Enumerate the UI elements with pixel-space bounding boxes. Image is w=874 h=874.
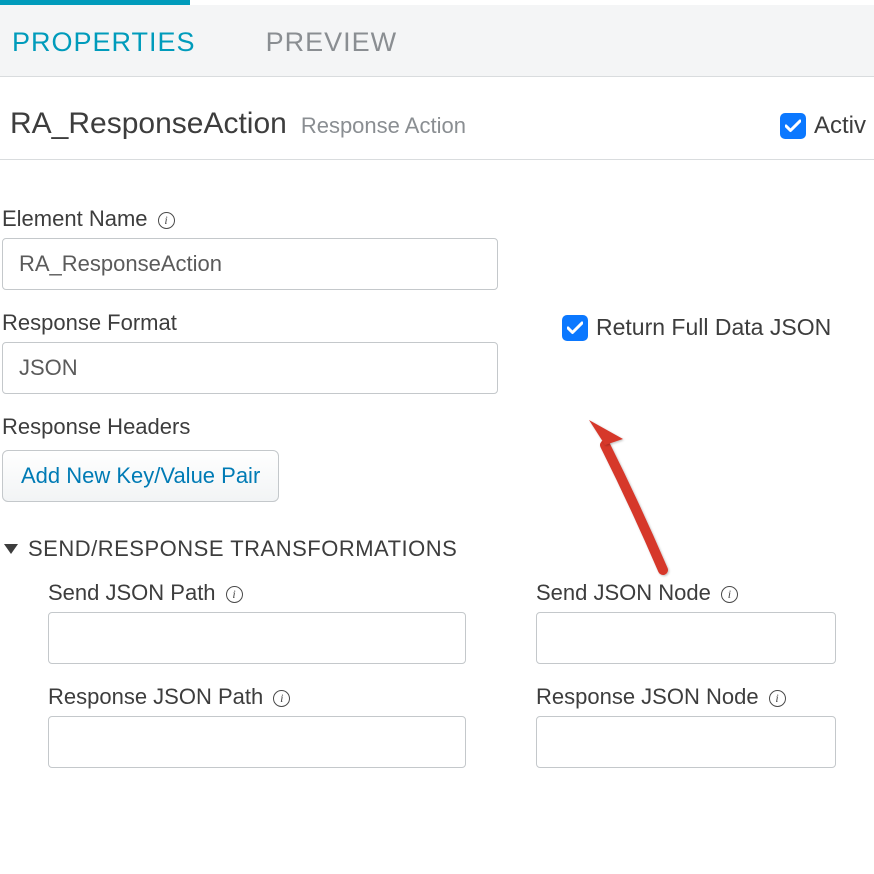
return-full-checkbox[interactable] — [562, 315, 588, 341]
response-json-path-input[interactable] — [48, 716, 466, 768]
return-full-row: Return Full Data JSON — [562, 314, 874, 341]
response-json-node-label-text: Response JSON Node — [536, 684, 759, 710]
active-checkbox[interactable] — [780, 113, 806, 139]
response-headers-label: Response Headers — [2, 414, 542, 440]
info-icon[interactable] — [158, 212, 175, 229]
response-format-label-text: Response Format — [2, 310, 177, 336]
tabs: PROPERTIES PREVIEW — [0, 5, 874, 76]
tabs-container: PROPERTIES PREVIEW — [0, 0, 874, 77]
info-icon[interactable] — [273, 690, 290, 707]
response-json-node-label: Response JSON Node — [536, 684, 836, 710]
send-json-path-label: Send JSON Path — [48, 580, 466, 606]
form-area: Element Name Response Format Response He… — [0, 160, 874, 788]
send-json-node-label: Send JSON Node — [536, 580, 836, 606]
tab-preview[interactable]: PREVIEW — [266, 27, 398, 58]
info-icon[interactable] — [226, 586, 243, 603]
info-icon[interactable] — [769, 690, 786, 707]
page-title: RA_ResponseAction — [10, 107, 287, 141]
response-format-label: Response Format — [2, 310, 542, 336]
title-row: RA_ResponseAction Response Action Activ — [0, 77, 874, 160]
send-json-node-label-text: Send JSON Node — [536, 580, 711, 606]
element-name-label-text: Element Name — [2, 206, 148, 232]
response-json-path-label-text: Response JSON Path — [48, 684, 263, 710]
send-json-path-input[interactable] — [48, 612, 466, 664]
return-full-label: Return Full Data JSON — [596, 314, 831, 341]
checkmark-icon — [785, 119, 801, 133]
response-json-path-label: Response JSON Path — [48, 684, 466, 710]
element-name-input[interactable] — [2, 238, 498, 290]
response-headers-label-text: Response Headers — [2, 414, 190, 440]
transformations-header[interactable]: SEND/RESPONSE TRANSFORMATIONS — [4, 536, 874, 562]
transformations-title: SEND/RESPONSE TRANSFORMATIONS — [28, 536, 457, 562]
tab-properties[interactable]: PROPERTIES — [12, 27, 196, 58]
send-json-node-input[interactable] — [536, 612, 836, 664]
add-key-value-button[interactable]: Add New Key/Value Pair — [2, 450, 279, 502]
send-json-path-label-text: Send JSON Path — [48, 580, 216, 606]
active-label: Activ — [814, 112, 866, 140]
active-toggle: Activ — [780, 112, 866, 140]
response-json-node-input[interactable] — [536, 716, 836, 768]
element-name-label: Element Name — [2, 206, 542, 232]
info-icon[interactable] — [721, 586, 738, 603]
checkmark-icon — [567, 321, 583, 335]
response-format-input[interactable] — [2, 342, 498, 394]
page-subtitle: Response Action — [301, 113, 466, 139]
collapse-triangle-icon — [4, 544, 18, 554]
